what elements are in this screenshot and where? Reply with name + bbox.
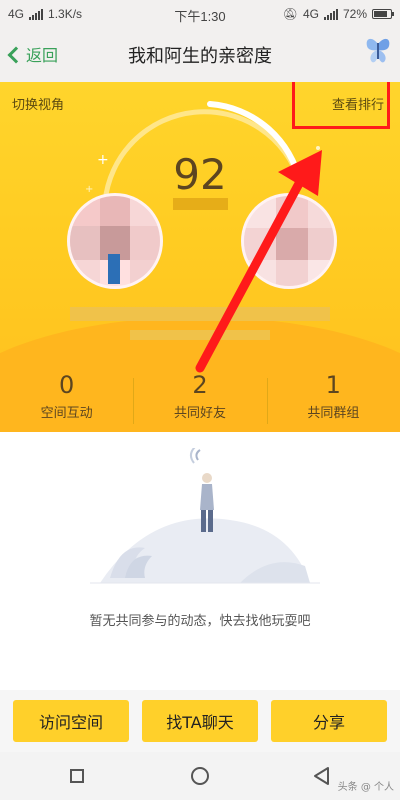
network-type-right: 4G xyxy=(302,7,319,21)
stat-label: 共同群组 xyxy=(307,406,360,421)
action-bar: 访问空间 找TA聊天 分享 xyxy=(0,690,400,752)
status-bar: 4G 1.3K/s 下午1:30 🔕︎ 4G 72% xyxy=(0,0,400,28)
intimacy-panel: + + 切换视角 查看排行 92 0 空间互动 2 共同好友 1 共同群组 xyxy=(0,82,400,432)
share-button[interactable]: 分享 xyxy=(271,700,387,742)
signal-icon-right xyxy=(323,8,338,20)
highlight-box xyxy=(292,82,390,129)
empty-state-illustration xyxy=(90,448,320,584)
stats-row: 0 空间互动 2 共同好友 1 共同群组 xyxy=(0,370,400,432)
system-navigation-bar: 头条 @ 个人 xyxy=(0,752,400,800)
page-title: 我和阿生的亲密度 xyxy=(128,46,272,67)
stat-mutual-friends[interactable]: 2 共同好友 xyxy=(133,370,266,432)
recent-apps-icon[interactable] xyxy=(70,769,84,783)
chat-button[interactable]: 找TA聊天 xyxy=(142,700,258,742)
stat-value: 0 xyxy=(59,371,75,399)
battery-percent: 72% xyxy=(342,7,367,21)
stat-label: 共同好友 xyxy=(173,406,226,421)
mute-icon: 🔕︎ xyxy=(282,7,298,21)
empty-state-message: 暂无共同参与的动态，快去找他玩耍吧 xyxy=(89,614,311,629)
score-caption-redacted xyxy=(173,198,228,210)
switch-view-button[interactable]: 切换视角 xyxy=(12,94,64,113)
battery-icon xyxy=(372,9,394,19)
avatar-self[interactable] xyxy=(67,193,163,289)
butterfly-icon[interactable] xyxy=(364,36,392,66)
intimacy-score: 92 xyxy=(173,150,227,199)
nav-bar: 返回 我和阿生的亲密度 xyxy=(0,28,400,82)
avatar-friend[interactable] xyxy=(241,193,337,289)
redacted-text xyxy=(130,330,270,340)
stat-value: 2 xyxy=(192,371,208,399)
watermark: 头条 @ 个人 xyxy=(337,782,394,793)
stat-space-interaction[interactable]: 0 空间互动 xyxy=(0,370,133,432)
home-icon[interactable] xyxy=(191,767,209,785)
visit-space-button[interactable]: 访问空间 xyxy=(13,700,129,742)
stat-mutual-groups[interactable]: 1 共同群组 xyxy=(266,370,400,432)
stat-label: 空间互动 xyxy=(40,406,93,421)
stat-value: 1 xyxy=(325,371,341,399)
back-triangle-icon[interactable] xyxy=(312,766,332,786)
redacted-text xyxy=(70,307,330,321)
